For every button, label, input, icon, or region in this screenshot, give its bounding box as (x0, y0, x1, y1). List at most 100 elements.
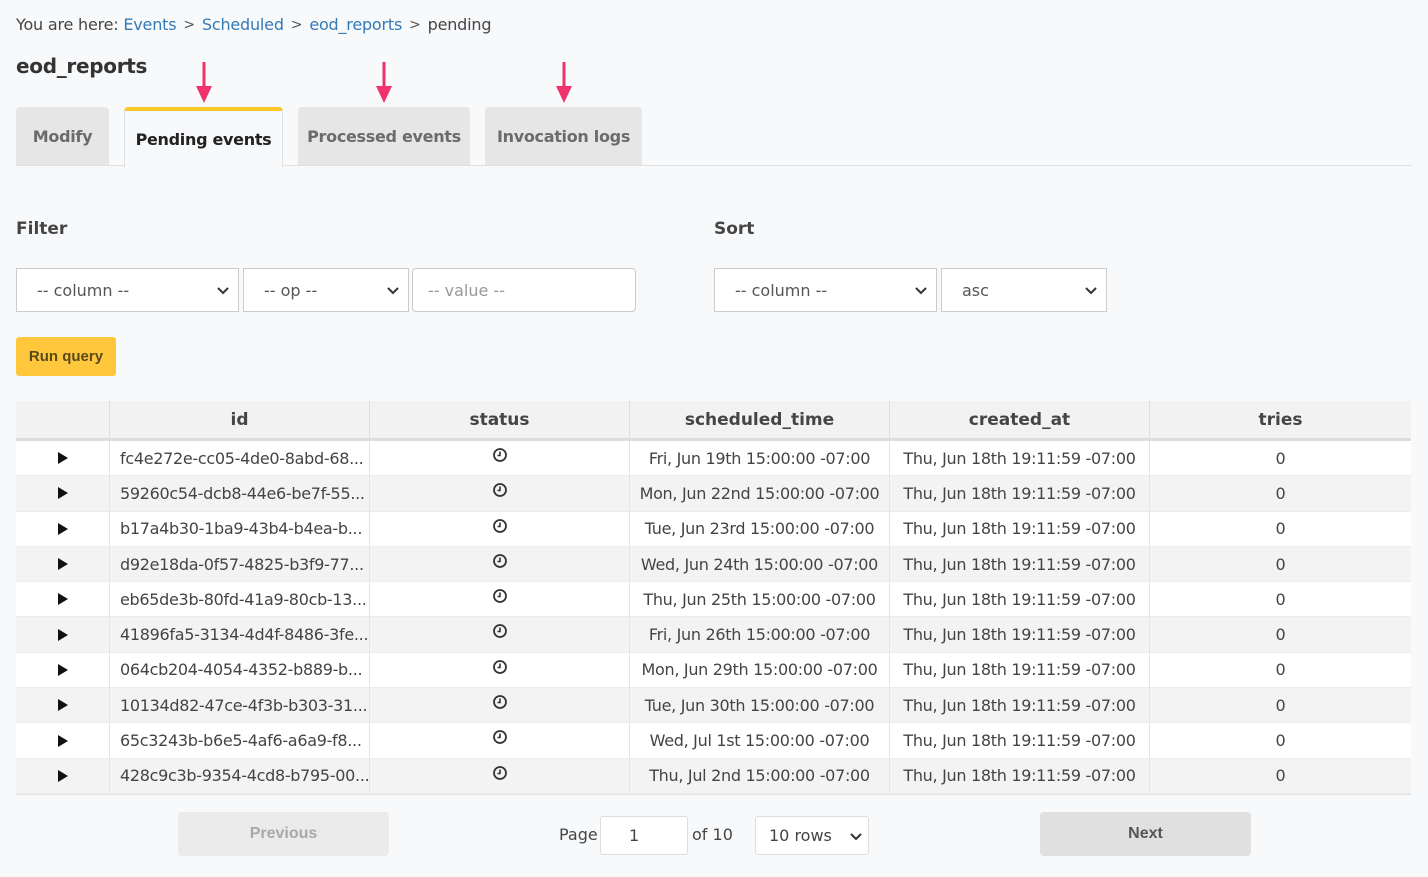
clock-icon (492, 553, 507, 568)
column-header-created-at[interactable]: created_at (890, 401, 1150, 438)
table-header: id status scheduled_time created_at trie… (16, 401, 1411, 441)
expand-row-button[interactable] (16, 441, 110, 476)
sort-label: Sort (714, 219, 755, 239)
cell-scheduled-time: Tue, Jun 30th 15:00:00 -07:00 (630, 688, 890, 723)
page-label: Page (559, 825, 598, 844)
rows-per-page-value: 10 rows (769, 826, 832, 845)
filter-op-value: -- op -- (264, 280, 318, 300)
chevron-right-icon: > (183, 16, 195, 33)
column-header-scheduled-time[interactable]: scheduled_time (630, 401, 890, 438)
expand-row-button[interactable] (16, 476, 110, 511)
expand-row-button[interactable] (16, 723, 110, 758)
sort-column-select[interactable]: -- column -- (714, 268, 937, 312)
cell-created-at: Thu, Jun 18th 19:11:59 -07:00 (890, 688, 1150, 723)
cell-id: 65c3243b-b6e5-4af6-a6a9-f8... (110, 723, 370, 758)
triangle-right-icon (57, 452, 68, 465)
expand-row-button[interactable] (16, 652, 110, 688)
clock-icon (492, 765, 507, 780)
rows-per-page-select[interactable]: 10 rows (755, 816, 869, 855)
sort-order-value: asc (962, 280, 989, 300)
cell-created-at: Thu, Jun 18th 19:11:59 -07:00 (890, 758, 1150, 793)
breadcrumb: You are here: Events > Scheduled > eod_r… (16, 15, 491, 34)
clock-icon (492, 518, 507, 533)
cell-id: 41896fa5-3134-4d4f-8486-3fe... (110, 617, 370, 652)
annotation-arrow-icon (376, 62, 392, 103)
expand-row-button[interactable] (16, 546, 110, 582)
column-header-status[interactable]: status (370, 401, 630, 438)
expand-row-button[interactable] (16, 582, 110, 617)
cell-tries: 0 (1275, 766, 1286, 786)
cell-status (370, 441, 630, 476)
filter-column-select[interactable]: -- column -- (16, 268, 239, 312)
cell-status (370, 758, 630, 793)
triangle-right-icon (57, 734, 68, 747)
sort-order-select[interactable]: asc (941, 268, 1107, 312)
table-row: b17a4b30-1ba9-43b4-b4ea-b... Tue, Jun 23r… (16, 511, 1411, 547)
cell-tries: 0 (1275, 448, 1286, 468)
cell-scheduled-time: Wed, Jun 24th 15:00:00 -07:00 (630, 546, 890, 582)
tab-processed-events[interactable]: Processed events (298, 107, 470, 165)
table-row: 59260c54-dcb8-44e6-be7f-55... Mon, Jun 22… (16, 476, 1411, 512)
breadcrumb-trigger[interactable]: eod_reports (309, 15, 402, 34)
filter-value-input[interactable]: -- value -- (412, 268, 636, 312)
total-pages-label: of 10 (692, 825, 733, 844)
previous-page-button[interactable]: Previous (178, 812, 389, 856)
cell-tries: 0 (1275, 731, 1286, 751)
cell-status (370, 688, 630, 723)
cell-tries: 0 (1275, 483, 1286, 503)
filter-op-select[interactable]: -- op -- (243, 268, 409, 312)
clock-icon (492, 624, 507, 639)
filter-label: Filter (16, 219, 68, 239)
expand-row-button[interactable] (16, 617, 110, 652)
cell-id: 428c9c3b-9354-4cd8-b795-00... (110, 758, 370, 793)
cell-created-at: Thu, Jun 18th 19:11:59 -07:00 (890, 546, 1150, 582)
tab-pending-events[interactable]: Pending events (124, 107, 283, 167)
table-row: 10134d82-47ce-4f3b-b303-31... Tue, Jun 30… (16, 688, 1411, 724)
cell-tries: 0 (1275, 660, 1286, 680)
cell-tries: 0 (1275, 625, 1286, 645)
cell-tries: 0 (1275, 695, 1286, 715)
cell-scheduled-time: Thu, Jul 2nd 15:00:00 -07:00 (630, 758, 890, 793)
chevron-down-icon (915, 287, 927, 295)
cell-status (370, 652, 630, 688)
clock-icon (492, 589, 507, 604)
cell-scheduled-time: Fri, Jun 26th 15:00:00 -07:00 (630, 617, 890, 652)
page-number-input[interactable]: 1 (600, 816, 688, 855)
expand-row-button[interactable] (16, 511, 110, 546)
run-query-button[interactable]: Run query (16, 337, 116, 376)
cell-id: 064cb204-4054-4352-b889-b... (110, 652, 370, 688)
triangle-right-icon (57, 769, 68, 782)
table-row: 428c9c3b-9354-4cd8-b795-00... Thu, Jul 2n… (16, 758, 1411, 794)
cell-scheduled-time: Fri, Jun 19th 15:00:00 -07:00 (630, 441, 890, 476)
cell-tries: 0 (1275, 554, 1286, 574)
breadcrumb-scheduled[interactable]: Scheduled (202, 15, 284, 34)
breadcrumb-events[interactable]: Events (123, 15, 176, 34)
cell-status (370, 723, 630, 758)
chevron-right-icon: > (409, 16, 421, 33)
column-header-id[interactable]: id (110, 401, 370, 438)
annotation-arrow-icon (556, 62, 572, 103)
column-header-tries[interactable]: tries (1150, 401, 1411, 438)
cell-status (370, 511, 630, 546)
cell-scheduled-time: Mon, Jun 22nd 15:00:00 -07:00 (630, 476, 890, 511)
cell-tries: 0 (1275, 589, 1286, 609)
cell-status (370, 476, 630, 511)
expand-row-button[interactable] (16, 688, 110, 723)
cell-id: fc4e272e-cc05-4de0-8abd-68... (110, 441, 370, 476)
table-row: 65c3243b-b6e5-4af6-a6a9-f8... Wed, Jul 1s… (16, 723, 1411, 759)
cell-id: 59260c54-dcb8-44e6-be7f-55... (110, 476, 370, 511)
chevron-down-icon (1085, 287, 1097, 295)
expand-row-button[interactable] (16, 758, 110, 793)
tab-invocation-logs[interactable]: Invocation logs (485, 107, 642, 165)
tab-modify[interactable]: Modify (16, 107, 109, 165)
page-title: eod_reports (16, 54, 148, 78)
clock-icon (492, 730, 507, 745)
cell-status (370, 582, 630, 617)
cell-scheduled-time: Wed, Jul 1st 15:00:00 -07:00 (630, 723, 890, 758)
cell-scheduled-time: Mon, Jun 29th 15:00:00 -07:00 (630, 652, 890, 688)
table-body: fc4e272e-cc05-4de0-8abd-68... Fri, Jun 19… (16, 441, 1411, 794)
cell-id: 10134d82-47ce-4f3b-b303-31... (110, 688, 370, 723)
cell-created-at: Thu, Jun 18th 19:11:59 -07:00 (890, 511, 1150, 546)
chevron-down-icon (217, 287, 229, 295)
next-page-button[interactable]: Next (1040, 812, 1251, 856)
